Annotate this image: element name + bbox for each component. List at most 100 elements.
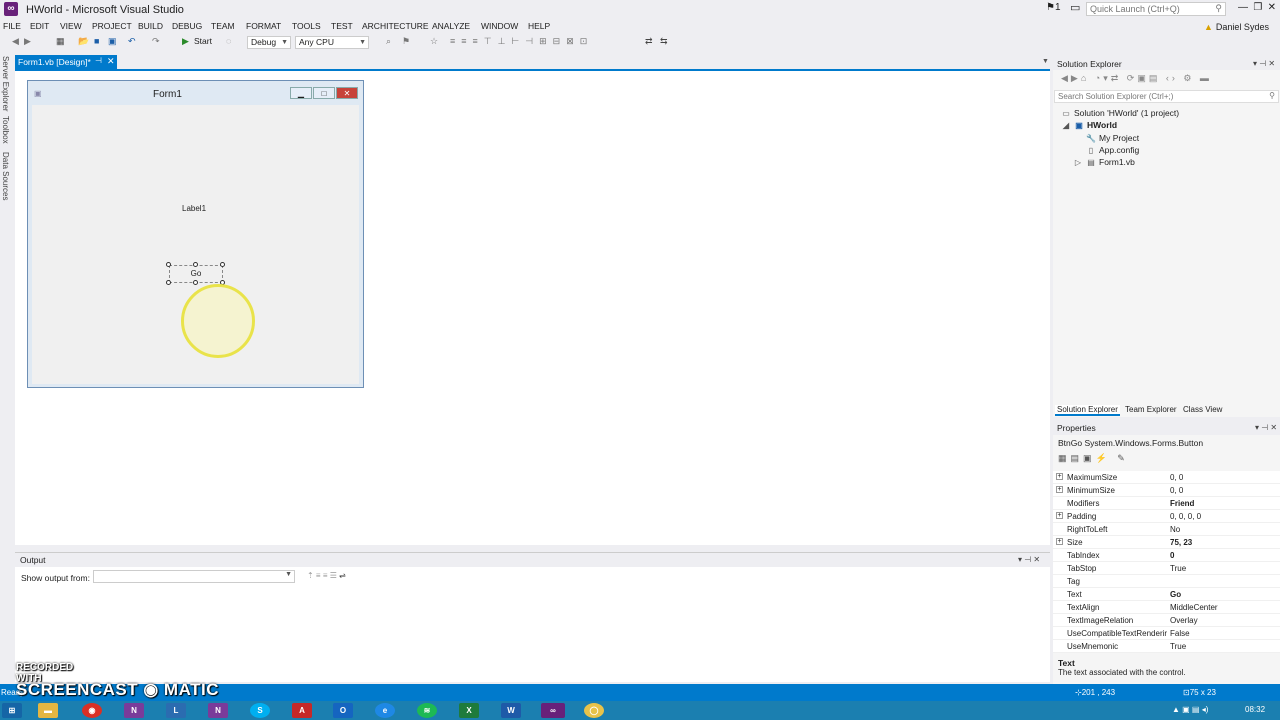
tab-class-view[interactable]: Class View	[1181, 405, 1224, 414]
redo-icon[interactable]: ↷	[152, 36, 160, 47]
property-row[interactable]: TabIndex 0	[1053, 549, 1280, 562]
solution-explorer-toolbar[interactable]: ◀▶⌂ ◔▾⇄ ⟳▣▤ ‹› ⚙ ▬	[1053, 71, 1280, 87]
property-value[interactable]: 0, 0	[1170, 473, 1183, 482]
property-row[interactable]: Modifiers Friend	[1053, 497, 1280, 510]
back-icon[interactable]: ◀	[12, 36, 19, 47]
chrome-icon[interactable]: ◉	[82, 703, 102, 718]
tree-item-my-project[interactable]: 🔧 My Project	[1086, 133, 1139, 143]
menu-window[interactable]: WINDOW	[481, 21, 518, 31]
panel-controls-icon[interactable]: ▾ ⊣ ✕	[1255, 423, 1277, 432]
configuration-dropdown[interactable]: Debug ▼	[247, 36, 291, 49]
property-row[interactable]: TextAlign MiddleCenter	[1053, 601, 1280, 614]
start-icon[interactable]: ▶	[182, 36, 189, 47]
property-value[interactable]: 0	[1170, 551, 1174, 560]
open-file-icon[interactable]: 📂	[78, 36, 89, 47]
property-value[interactable]: MiddleCenter	[1170, 603, 1218, 612]
menu-team[interactable]: TEAM	[211, 21, 235, 31]
resize-handle[interactable]	[166, 262, 171, 267]
solution-search-input[interactable]: Search Solution Explorer (Ctrl+;) ⚲	[1054, 90, 1279, 103]
panel-controls-icon[interactable]: ▾ ⊣ ✕	[1253, 59, 1275, 68]
property-value[interactable]: True	[1170, 564, 1186, 573]
expand-icon[interactable]: +	[1056, 538, 1063, 545]
properties-object-selector[interactable]: BtnGo System.Windows.Forms.Button	[1058, 438, 1203, 448]
restore-button[interactable]: ❐	[1253, 2, 1262, 13]
visual-studio-taskbar-icon[interactable]: ∞	[541, 703, 565, 718]
property-row[interactable]: Tag	[1053, 575, 1280, 588]
property-value[interactable]: 0, 0	[1170, 486, 1183, 495]
minimize-button[interactable]: —	[1238, 2, 1248, 13]
tab-team-explorer[interactable]: Team Explorer	[1123, 405, 1179, 414]
save-icon[interactable]: ■	[94, 36, 99, 46]
menu-test[interactable]: TEST	[331, 21, 353, 31]
data-sources-tab[interactable]: Data Sources	[1, 152, 10, 200]
save-all-icon[interactable]: ▣	[108, 36, 117, 47]
start-menu-icon[interactable]: ⊞	[2, 703, 22, 718]
menu-analyze[interactable]: ANALYZE	[432, 21, 470, 31]
output-source-dropdown[interactable]: ▼	[93, 570, 295, 583]
property-value[interactable]: True	[1170, 642, 1186, 651]
menu-build[interactable]: BUILD	[138, 21, 163, 31]
property-row[interactable]: TextImageRelation Overlay	[1053, 614, 1280, 627]
undo-icon[interactable]: ↶	[128, 36, 136, 47]
feedback-icon[interactable]: ▭	[1070, 1, 1080, 14]
menu-project[interactable]: PROJECT	[92, 21, 132, 31]
layout-align-icons[interactable]: ≡≡≡⊤⊥⊢⊣⊞⊟⊠⊡	[450, 36, 593, 47]
platform-dropdown[interactable]: Any CPU ▼	[295, 36, 369, 49]
expand-icon[interactable]: +	[1056, 512, 1063, 519]
pin-icon[interactable]: ⊣	[95, 56, 102, 65]
resize-handle[interactable]	[220, 262, 225, 267]
file-explorer-icon[interactable]: ▬	[38, 703, 58, 718]
excel-icon[interactable]: X	[459, 703, 479, 718]
property-row[interactable]: + Size 75, 23	[1053, 536, 1280, 549]
tree-item-project[interactable]: ◢ ▣ HWorld	[1061, 120, 1117, 130]
spotify-icon[interactable]: ≋	[417, 703, 437, 718]
skype-icon[interactable]: S	[250, 703, 270, 718]
property-value[interactable]: False	[1170, 629, 1190, 638]
toolbox-tab[interactable]: Toolbox	[1, 116, 10, 144]
menu-format[interactable]: FORMAT	[246, 21, 281, 31]
notification-flag-icon[interactable]: ⚑1	[1046, 2, 1061, 13]
start-button[interactable]: Start	[194, 36, 212, 46]
property-value[interactable]: Friend	[1170, 499, 1194, 508]
panel-controls-icon[interactable]: ▾ ⊣ ✕	[1018, 555, 1040, 564]
property-row[interactable]: Text Go	[1053, 588, 1280, 601]
property-value[interactable]: Go	[1170, 590, 1181, 599]
menu-help[interactable]: HELP	[528, 21, 550, 31]
property-row[interactable]: + Padding 0, 0, 0, 0	[1053, 510, 1280, 523]
property-value[interactable]: 75, 23	[1170, 538, 1192, 547]
expand-icon[interactable]: +	[1056, 473, 1063, 480]
close-tab-icon[interactable]: ✕	[107, 56, 115, 67]
expand-icon[interactable]: +	[1056, 486, 1063, 493]
onenote-icon[interactable]: N	[124, 703, 144, 718]
menu-debug[interactable]: DEBUG	[172, 21, 202, 31]
menu-view[interactable]: VIEW	[60, 21, 82, 31]
property-row[interactable]: UseCompatibleTextRenderir False	[1053, 627, 1280, 640]
property-row[interactable]: RightToLeft No	[1053, 523, 1280, 536]
menu-edit[interactable]: EDIT	[30, 21, 49, 31]
word-icon[interactable]: W	[501, 703, 521, 718]
menu-architecture[interactable]: ARCHITECTURE	[362, 21, 429, 31]
output-toolbar-icons[interactable]: ⇡ ≡ ≡ ☰ ⇌	[307, 571, 346, 580]
property-row[interactable]: TabStop True	[1053, 562, 1280, 575]
resize-handle[interactable]	[193, 262, 198, 267]
acrobat-icon[interactable]: A	[292, 703, 312, 718]
forward-icon[interactable]: ▶	[24, 36, 31, 47]
quick-launch-input[interactable]: Quick Launch (Ctrl+Q) ⚲	[1086, 2, 1226, 16]
tab-order-icon[interactable]: ⇄	[645, 36, 653, 47]
bookmark-icon[interactable]: ⚑	[402, 36, 410, 47]
property-value[interactable]: Overlay	[1170, 616, 1198, 625]
property-value[interactable]: No	[1170, 525, 1180, 534]
tree-item-form1[interactable]: ▷ ▤ Form1.vb	[1073, 157, 1135, 167]
menu-file[interactable]: FILE	[3, 21, 21, 31]
property-value[interactable]: 0, 0, 0, 0	[1170, 512, 1201, 521]
property-row[interactable]: + MinimumSize 0, 0	[1053, 484, 1280, 497]
user-account[interactable]: ▲ Daniel Sydes	[1204, 22, 1269, 32]
label1-control[interactable]: Label1	[182, 204, 206, 213]
tree-item-app-config[interactable]: ▯ App.config	[1086, 145, 1139, 155]
resize-handle[interactable]	[193, 280, 198, 285]
property-row[interactable]: + MaximumSize 0, 0	[1053, 471, 1280, 484]
property-row[interactable]: UseMnemonic True	[1053, 640, 1280, 653]
lync-icon[interactable]: L	[166, 703, 186, 718]
comment-icon[interactable]: ☆	[430, 36, 438, 47]
system-tray-icons[interactable]: ▲ ▣ ▤ ◂)	[1172, 705, 1208, 714]
